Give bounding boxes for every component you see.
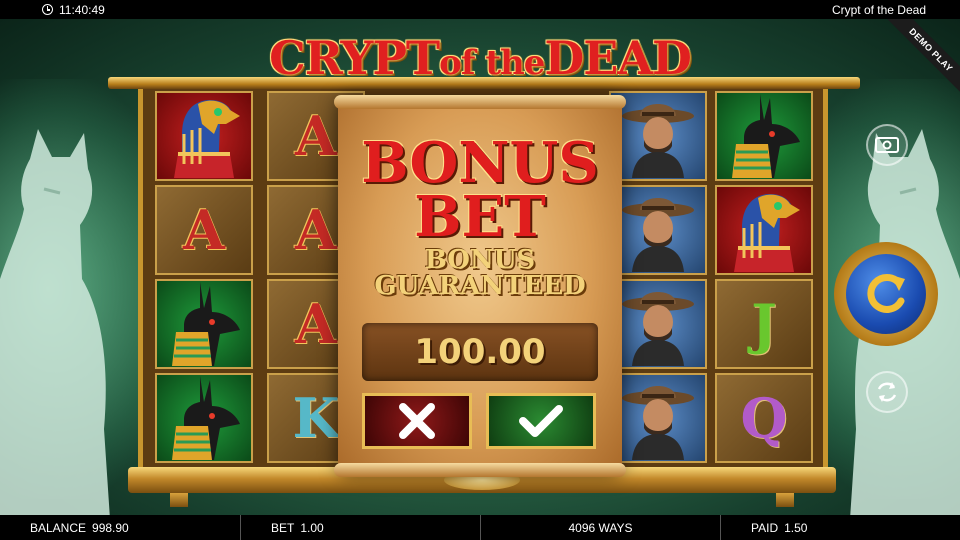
explorer-icon bbox=[622, 386, 694, 460]
anubis-icon bbox=[732, 94, 800, 178]
anubis-icon bbox=[172, 282, 240, 366]
reel-column-1: A bbox=[151, 89, 257, 469]
spin-arrow-icon bbox=[867, 273, 905, 313]
balance-display: BALANCE 998.90 bbox=[0, 515, 241, 540]
clock-icon bbox=[42, 4, 53, 15]
spin-button-face bbox=[846, 254, 926, 334]
bonus-bet-dialog: BONUS BET BONUS GUARANTEED 100.00 bbox=[334, 95, 626, 477]
ways-display: 4096 WAYS bbox=[481, 515, 721, 540]
reel-top-ledge bbox=[108, 77, 860, 89]
bonus-heading-line1: BONUS bbox=[361, 130, 599, 196]
symbol-anubis bbox=[155, 373, 253, 463]
balance-value: 998.90 bbox=[92, 520, 129, 535]
symbol-explorer bbox=[609, 185, 707, 275]
reel-foot-right bbox=[776, 493, 794, 507]
letter-a-symbol: A bbox=[295, 104, 337, 168]
explorer-icon bbox=[622, 292, 694, 366]
clock: 11:40:49 bbox=[42, 3, 105, 17]
symbol-horus bbox=[155, 91, 253, 181]
symbol-explorer bbox=[609, 373, 707, 463]
letter-q-symbol: Q bbox=[740, 386, 788, 450]
bet-label: BET bbox=[271, 520, 295, 535]
reel-column-5: J Q bbox=[711, 89, 817, 469]
scroll-top-roll bbox=[334, 95, 626, 109]
bonus-subheading-line1: BONUS bbox=[424, 245, 536, 275]
paid-value: 1.50 bbox=[784, 520, 808, 535]
symbol-j: J bbox=[715, 279, 813, 369]
horus-icon bbox=[734, 194, 800, 272]
explorer-icon bbox=[622, 198, 694, 272]
autoplay-icon bbox=[877, 382, 897, 402]
symbol-anubis bbox=[715, 91, 813, 181]
close-icon bbox=[399, 403, 435, 439]
game-scene: CRYPTof theDEAD DEMO PLAY A A A A K J Q … bbox=[0, 19, 960, 515]
bottom-info-bar: BALANCE 998.90 BET 1.00 4096 WAYS PAID 1… bbox=[0, 515, 960, 540]
banknote-icon bbox=[875, 137, 899, 153]
bet-display[interactable]: BET 1.00 bbox=[241, 515, 481, 540]
cash-button[interactable] bbox=[866, 124, 908, 166]
anubis-icon bbox=[172, 376, 240, 460]
ways-value: 4096 WAYS bbox=[568, 520, 633, 535]
bonus-amount: 100.00 bbox=[362, 323, 598, 381]
explorer-icon bbox=[622, 104, 694, 178]
bet-value: 1.00 bbox=[300, 520, 324, 535]
game-name: Crypt of the Dead bbox=[831, 2, 926, 17]
reel-foot-left bbox=[170, 493, 188, 507]
horus-icon bbox=[174, 100, 240, 178]
cat-statue-left-icon bbox=[0, 129, 110, 515]
paid-display: PAID 1.50 bbox=[721, 515, 960, 540]
symbol-horus bbox=[715, 185, 813, 275]
status-bar: 11:40:49 Crypt of the Dead bbox=[0, 0, 960, 19]
cancel-bonus-button[interactable] bbox=[362, 393, 472, 449]
clock-time: 11:40:49 bbox=[59, 2, 105, 17]
letter-a-symbol: A bbox=[295, 198, 337, 262]
balance-label: BALANCE bbox=[30, 520, 87, 535]
symbol-a: A bbox=[155, 185, 253, 275]
confirm-bonus-button[interactable] bbox=[486, 393, 596, 449]
letter-j-symbol: J bbox=[751, 292, 777, 356]
symbol-anubis bbox=[155, 279, 253, 369]
bonus-subheading-line2: GUARANTEED bbox=[374, 271, 586, 301]
paid-label: PAID bbox=[751, 520, 779, 535]
checkmark-icon bbox=[519, 405, 563, 437]
scroll-bottom-roll bbox=[334, 463, 626, 477]
letter-a-symbol: A bbox=[295, 292, 337, 356]
bonus-heading-line2: BET bbox=[414, 184, 546, 250]
symbol-explorer bbox=[609, 279, 707, 369]
symbol-q: Q bbox=[715, 373, 813, 463]
letter-a-symbol: A bbox=[183, 198, 225, 262]
spin-button[interactable] bbox=[834, 242, 938, 346]
autoplay-button[interactable] bbox=[866, 371, 908, 413]
letter-k-symbol: K bbox=[292, 386, 340, 450]
